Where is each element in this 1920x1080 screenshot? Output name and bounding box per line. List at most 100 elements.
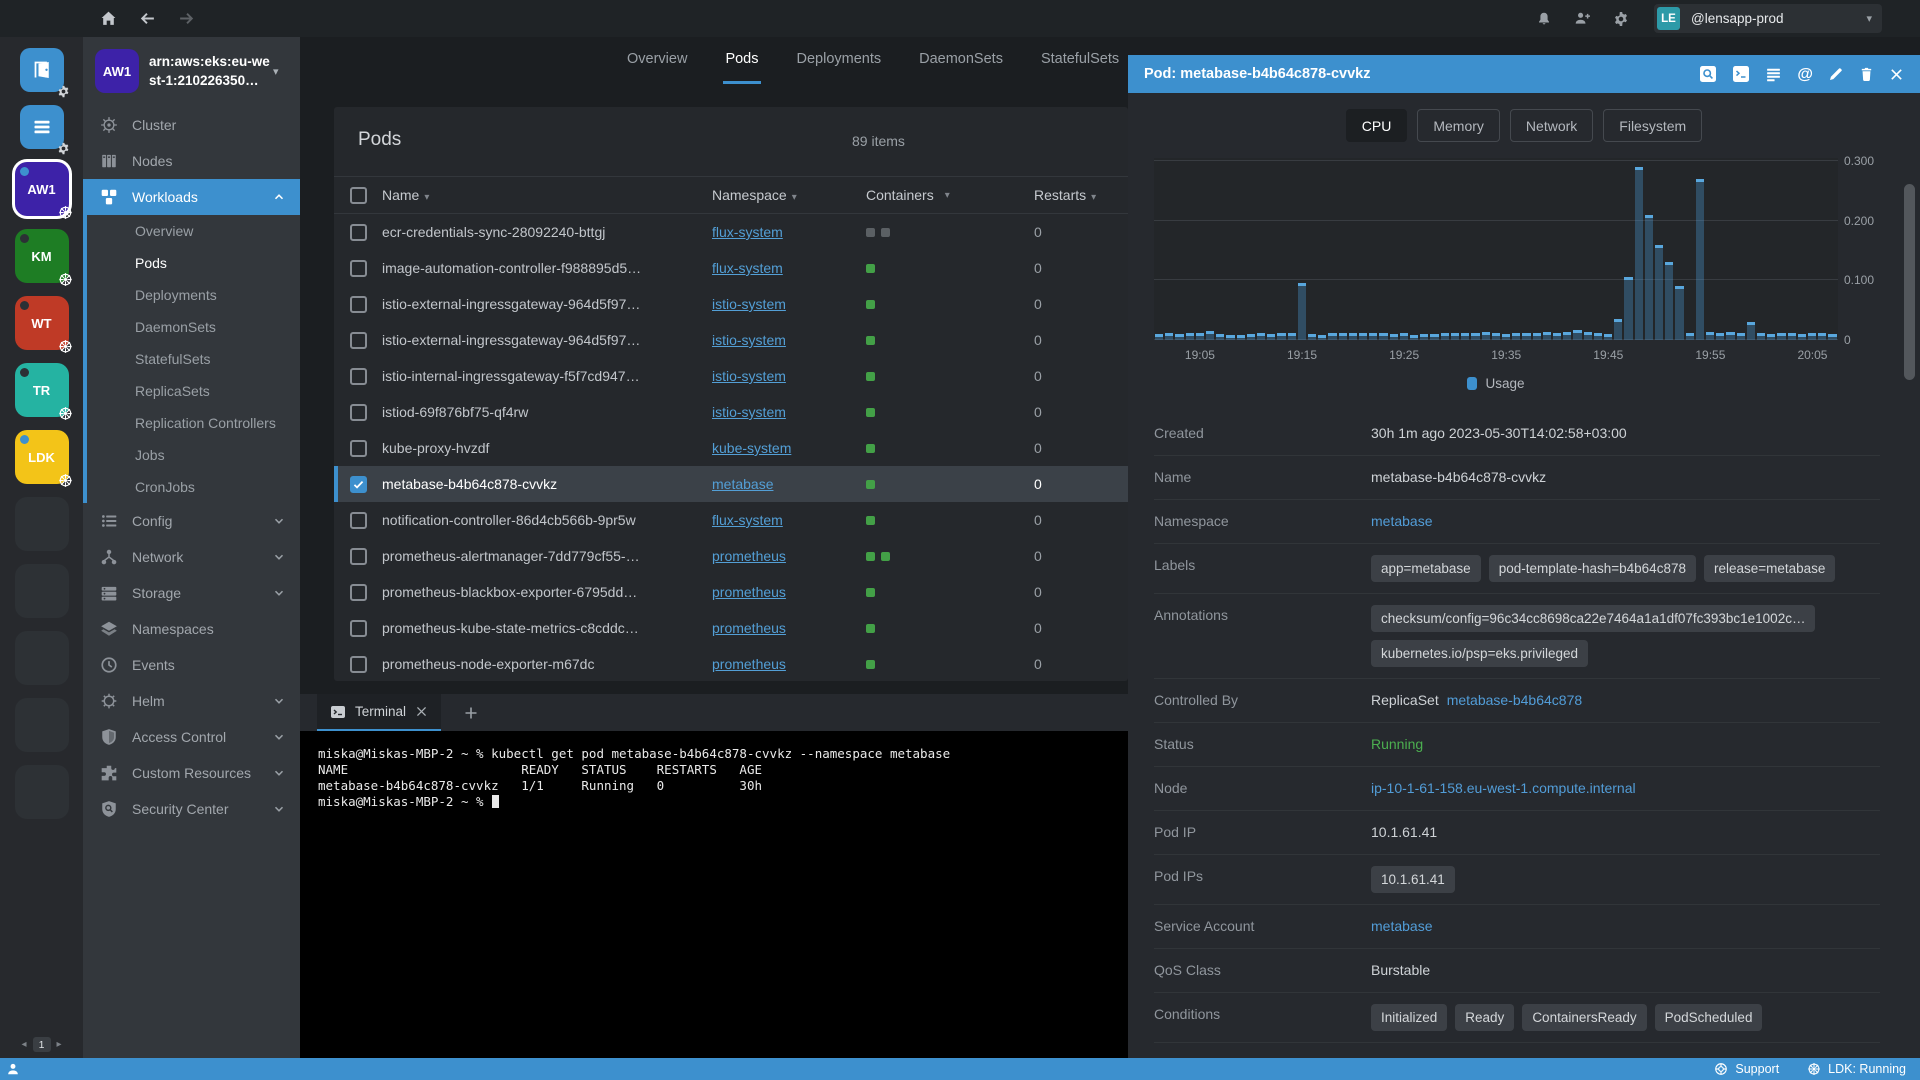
column-header-namespace[interactable]: Namespace ▾ [712, 187, 866, 203]
row-checkbox[interactable] [349, 583, 367, 601]
attach-icon[interactable]: @ [1797, 66, 1813, 83]
search-icon[interactable] [1699, 65, 1717, 83]
new-terminal-icon[interactable] [463, 694, 479, 731]
sidebar-item-jobs[interactable]: Jobs [87, 439, 300, 471]
column-header-restarts[interactable]: Restarts ▾ [1034, 187, 1128, 203]
forward-icon[interactable] [178, 10, 195, 27]
sidebar-item-pods[interactable]: Pods [87, 247, 300, 279]
row-checkbox[interactable] [349, 295, 367, 313]
delete-icon[interactable] [1859, 66, 1874, 82]
rail-catalog-button[interactable] [19, 48, 68, 98]
sidebar-item-access-control[interactable]: Access Control [83, 719, 300, 755]
sidebar-item-cronjobs[interactable]: CronJobs [87, 471, 300, 503]
namespace-link[interactable]: istio-system [712, 296, 786, 312]
sidebar-item-helm[interactable]: Helm [83, 683, 300, 719]
row-checkbox[interactable] [349, 259, 367, 277]
metrics-tab-cpu[interactable]: CPU [1345, 109, 1408, 142]
metrics-tab-network[interactable]: Network [1509, 109, 1594, 142]
rail-cluster-km[interactable]: KM [14, 229, 72, 286]
sidebar-item-deployments[interactable]: Deployments [87, 279, 300, 311]
namespace-link[interactable]: flux-system [712, 512, 783, 528]
namespace-link[interactable]: istio-system [712, 368, 786, 384]
rail-cluster-tr[interactable]: TR [14, 363, 72, 420]
sidebar-item-nodes[interactable]: Nodes [83, 143, 300, 179]
row-checkbox[interactable] [349, 367, 367, 385]
sidebar-item-storage[interactable]: Storage [83, 575, 300, 611]
table-row[interactable]: prometheus-blackbox-exporter-6795dd… prom… [334, 574, 1128, 610]
notifications-icon[interactable] [1536, 11, 1552, 27]
metrics-tab-memory[interactable]: Memory [1417, 109, 1500, 142]
tab-daemonsets[interactable]: DaemonSets [917, 37, 1005, 84]
sidebar-item-network[interactable]: Network [83, 539, 300, 575]
close-icon[interactable] [1889, 67, 1904, 82]
cluster-picker[interactable]: AW1 arn:aws:eks:eu-west-1:210226350… ▾ [83, 37, 300, 107]
sidebar-item-cluster[interactable]: Cluster [83, 107, 300, 143]
namespace-link[interactable]: prometheus [712, 620, 786, 636]
row-checkbox[interactable] [349, 403, 367, 421]
sidebar-item-namespaces[interactable]: Namespaces [83, 611, 300, 647]
pager-next-icon[interactable]: ▸ [57, 1039, 62, 1050]
column-header-containers[interactable]: Containers ▾ [866, 187, 1034, 203]
sidebar-item-daemonsets[interactable]: DaemonSets [87, 311, 300, 343]
account-menu[interactable]: LE @lensapp-prod ▾ [1654, 4, 1882, 33]
tab-pods[interactable]: Pods [723, 37, 761, 84]
namespace-link[interactable]: kube-system [712, 440, 791, 456]
table-row[interactable]: prometheus-node-exporter-m67dc prometheus… [334, 646, 1128, 681]
sidebar-item-overview[interactable]: Overview [87, 215, 300, 247]
table-row[interactable]: istiod-69f876bf75-qf4rw istio-system 0 [334, 394, 1128, 430]
support-button[interactable]: Support [1714, 1062, 1779, 1076]
logs-icon[interactable] [1765, 66, 1782, 83]
drawer-scrollbar-thumb[interactable] [1904, 184, 1915, 380]
table-row[interactable]: prometheus-alertmanager-7dd779cf55-… prom… [334, 538, 1128, 574]
row-checkbox[interactable] [349, 619, 367, 637]
table-row[interactable]: istio-external-ingressgateway-964d5f97… i… [334, 286, 1128, 322]
namespace-link[interactable]: metabase [712, 476, 773, 492]
metrics-tab-filesystem[interactable]: Filesystem [1603, 109, 1703, 142]
row-checkbox[interactable] [349, 331, 367, 349]
shell-icon[interactable] [1732, 65, 1750, 83]
terminal-tab[interactable]: Terminal [317, 694, 442, 731]
namespace-link[interactable]: istio-system [712, 404, 786, 420]
sidebar-item-custom-resources[interactable]: Custom Resources [83, 755, 300, 791]
cluster-status[interactable]: LDK: Running [1807, 1062, 1906, 1076]
close-icon[interactable] [415, 705, 428, 718]
row-checkbox[interactable] [349, 655, 367, 673]
row-checkbox[interactable] [349, 439, 367, 457]
rail-cluster-aw1[interactable]: AW1 [14, 162, 72, 219]
namespace-link[interactable]: flux-system [712, 260, 783, 276]
table-row[interactable]: metabase-b4b64c878-cvvkz metabase 0 [334, 466, 1128, 502]
tab-deployments[interactable]: Deployments [795, 37, 884, 84]
tab-statefulsets[interactable]: StatefulSets [1039, 37, 1121, 84]
node-link[interactable]: ip-10-1-61-158.eu-west-1.compute.interna… [1371, 778, 1636, 799]
pager-page-number[interactable]: 1 [32, 1037, 51, 1052]
sidebar-item-workloads[interactable]: Workloads [83, 179, 300, 215]
row-checkbox[interactable] [349, 511, 367, 529]
table-row[interactable]: ecr-credentials-sync-28092240-bttgj flux-… [334, 214, 1128, 250]
sidebar-item-statefulsets[interactable]: StatefulSets [87, 343, 300, 375]
namespace-link[interactable]: prometheus [712, 548, 786, 564]
table-row[interactable]: notification-controller-86d4cb566b-9pr5w… [334, 502, 1128, 538]
table-row[interactable]: kube-proxy-hvzdf kube-system 0 [334, 430, 1128, 466]
column-header-name[interactable]: Name ▾ [382, 187, 712, 203]
rail-cluster-ldk[interactable]: LDK [14, 430, 72, 487]
row-checkbox[interactable] [349, 547, 367, 565]
namespace-link[interactable]: prometheus [712, 656, 786, 672]
invite-user-icon[interactable] [1574, 10, 1591, 27]
sidebar-item-replication-controllers[interactable]: Replication Controllers [87, 407, 300, 439]
namespace-link[interactable]: flux-system [712, 224, 783, 240]
sidebar-item-security-center[interactable]: Security Center [83, 791, 300, 827]
edit-icon[interactable] [1828, 66, 1844, 82]
table-row[interactable]: image-automation-controller-f988895d5… fl… [334, 250, 1128, 286]
service-account-link[interactable]: metabase [1371, 916, 1432, 937]
home-icon[interactable] [100, 10, 117, 27]
back-icon[interactable] [139, 10, 156, 27]
rail-hotbar-button[interactable] [19, 105, 68, 155]
namespace-link[interactable]: prometheus [712, 584, 786, 600]
row-checkbox[interactable] [349, 475, 367, 493]
pager-prev-icon[interactable]: ◂ [21, 1039, 26, 1050]
select-all-checkbox[interactable] [349, 186, 367, 204]
namespace-link[interactable]: metabase [1371, 511, 1432, 532]
rail-cluster-wt[interactable]: WT [14, 296, 72, 353]
sidebar-item-config[interactable]: Config [83, 503, 300, 539]
sidebar-item-replicasets[interactable]: ReplicaSets [87, 375, 300, 407]
